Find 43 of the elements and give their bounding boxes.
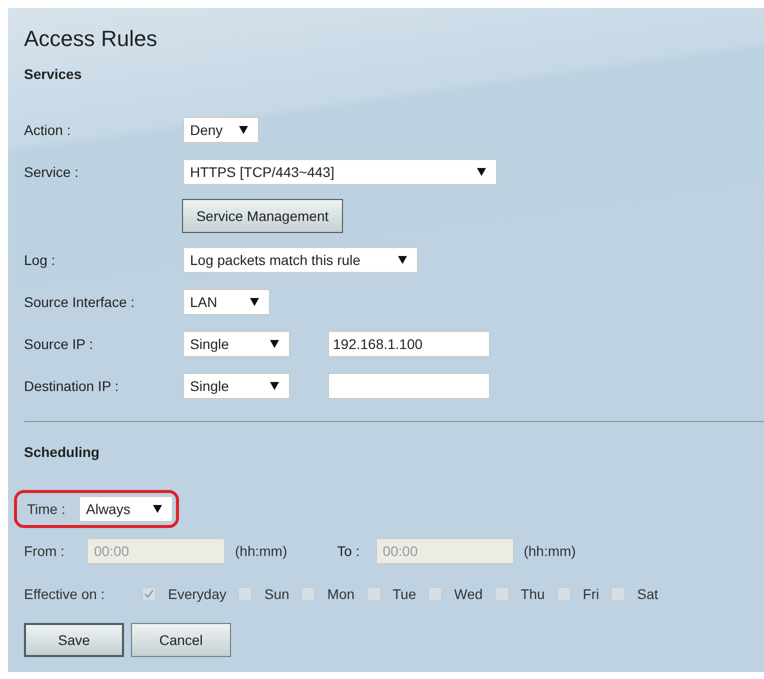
field-label: Action :	[24, 120, 72, 140]
field-label: Destination IP :	[24, 376, 120, 396]
day-label: Tue	[392, 584, 416, 604]
dropdown[interactable]: Single	[183, 373, 290, 399]
day-label: Sat	[637, 584, 658, 604]
cancel-button[interactable]: Cancel	[131, 623, 231, 657]
day-label: Wed	[454, 584, 483, 604]
field-label: From :	[24, 542, 66, 560]
field-label: Service :	[24, 162, 80, 182]
dropdown[interactable]: Always	[79, 496, 173, 522]
day-label: Everyday	[168, 584, 226, 604]
dropdown[interactable]: Deny	[183, 117, 259, 143]
field-label: Source IP :	[24, 334, 94, 354]
check-icon	[144, 589, 154, 599]
field-label: To :	[337, 542, 360, 560]
dropdown[interactable]: HTTPS [TCP/443~443]	[183, 159, 497, 185]
caret-icon	[239, 126, 248, 134]
caret-icon	[477, 168, 486, 176]
caret-icon	[153, 505, 162, 513]
field-label: Log :	[24, 250, 56, 270]
unit-label: (hh:mm)	[524, 542, 576, 561]
save-button[interactable]: Save	[24, 623, 124, 657]
dropdown[interactable]: Single	[183, 331, 290, 357]
caret-icon	[270, 382, 279, 390]
caret-icon	[398, 256, 407, 264]
caret-icon	[250, 298, 259, 306]
day-label: Thu	[520, 584, 545, 604]
field-label: Effective on :	[24, 584, 106, 604]
day-label: Fri	[582, 584, 600, 604]
field-label: Time :	[27, 500, 66, 518]
ip-field[interactable]	[328, 373, 490, 399]
dropdown[interactable]: Log packets match this rule	[183, 247, 418, 273]
day-label: Mon	[327, 584, 355, 604]
unit-label: (hh:mm)	[235, 542, 288, 561]
field-label: Source Interface :	[24, 292, 136, 312]
caret-icon	[270, 340, 279, 348]
day-label: Sun	[264, 584, 290, 604]
section-heading: Services	[24, 65, 83, 84]
page-title: Access Rules	[24, 28, 158, 53]
service-management-button[interactable]: Service Management	[182, 199, 343, 233]
dropdown[interactable]: LAN	[183, 289, 270, 315]
section-heading: Scheduling	[24, 443, 100, 462]
ip-field[interactable]: 192.168.1.100	[328, 331, 490, 357]
